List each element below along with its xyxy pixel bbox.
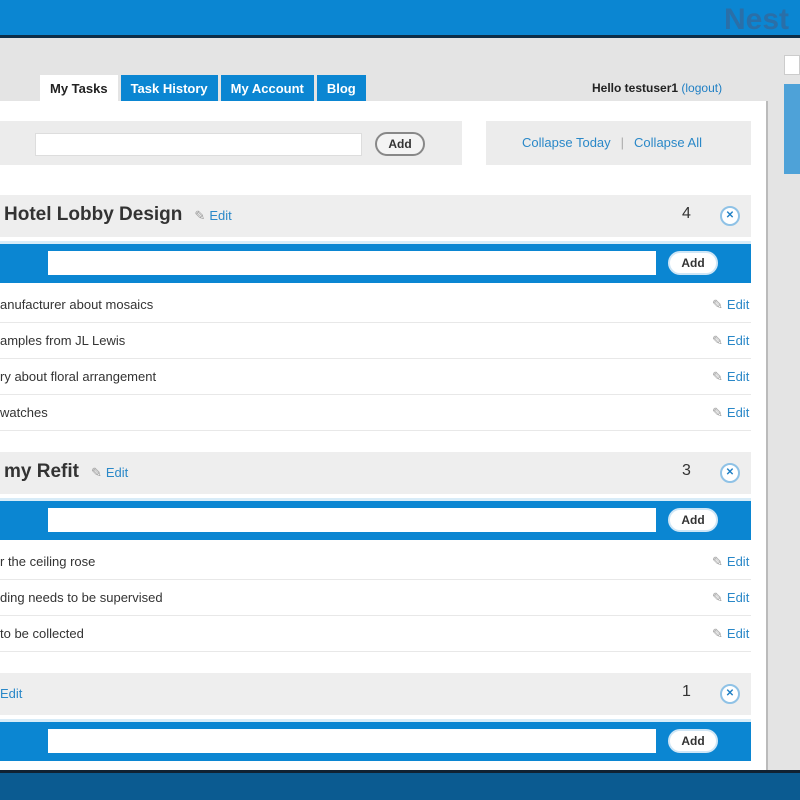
add-task-input[interactable] <box>48 729 656 753</box>
task-row[interactable]: watches ✎ Edit <box>0 395 751 431</box>
task-row[interactable]: amples from JL Lewis ✎ Edit <box>0 323 751 359</box>
edit-label: Edit <box>726 369 750 384</box>
add-task-bar: Add <box>0 498 751 540</box>
task-text: amples from JL Lewis <box>0 333 126 348</box>
edit-label: Edit <box>209 208 232 223</box>
add-task-button[interactable]: Add <box>668 251 718 275</box>
edit-label: Edit <box>726 405 750 420</box>
task-row[interactable]: ry about floral arrangement ✎ Edit <box>0 359 751 395</box>
edit-task-link[interactable]: ✎ Edit <box>712 616 749 652</box>
collapse-controls: Collapse Today | Collapse All <box>486 121 751 165</box>
add-task-input[interactable] <box>48 251 656 275</box>
task-text: ding needs to be supervised <box>0 590 163 605</box>
pencil-icon: ✎ <box>712 333 723 348</box>
tab-my-account[interactable]: My Account <box>220 75 314 102</box>
quick-add-box: Add <box>0 121 462 165</box>
add-task-button[interactable]: Add <box>668 729 718 753</box>
close-icon[interactable]: ✕ <box>720 684 740 704</box>
task-text: anufacturer about mosaics <box>0 297 154 312</box>
add-task-bar: Add <box>0 719 751 761</box>
edit-label: Edit <box>0 686 23 701</box>
edit-label: Edit <box>105 465 129 480</box>
task-text: watches <box>0 405 48 420</box>
edit-task-link[interactable]: ✎ Edit <box>712 395 749 431</box>
main-tabs: My Tasks Task History My Account Blog <box>40 75 366 102</box>
edit-task-link[interactable]: ✎ Edit <box>712 580 749 616</box>
project-title-text: Hotel Lobby Design <box>4 204 183 225</box>
edit-label: Edit <box>726 626 750 641</box>
collapse-today-link[interactable]: Collapse Today <box>522 135 611 150</box>
edit-task-link[interactable]: ✎ Edit <box>712 323 749 359</box>
edit-task-link[interactable]: ✎ Edit <box>712 544 749 580</box>
pencil-icon: ✎ <box>712 369 723 384</box>
pencil-icon: ✎ <box>712 405 723 420</box>
collapse-all-link[interactable]: Collapse All <box>634 135 702 150</box>
task-text: ry about floral arrangement <box>0 369 157 384</box>
separator: | <box>620 135 625 150</box>
task-row[interactable]: r the ceiling rose ✎ Edit <box>0 544 751 580</box>
pencil-icon: ✎ <box>712 297 723 312</box>
pencil-icon: ✎ <box>712 554 723 569</box>
add-task-input[interactable] <box>48 508 656 532</box>
project-title-text: my Refit <box>4 461 79 482</box>
task-text: to be collected <box>0 626 84 641</box>
sidebar-input[interactable] <box>784 55 800 75</box>
quick-add-button[interactable]: Add <box>375 132 425 156</box>
pencil-icon: ✎ <box>194 208 206 223</box>
pencil-icon: ✎ <box>712 590 723 605</box>
close-icon[interactable]: ✕ <box>720 463 740 483</box>
top-bar: Nest <box>0 0 800 38</box>
quick-add-input[interactable] <box>35 133 362 156</box>
edit-label: Edit <box>726 333 750 348</box>
greeting-text: Hello testuser1 <box>592 81 679 95</box>
pencil-icon: ✎ <box>712 626 723 641</box>
pencil-icon: ✎ <box>90 465 102 480</box>
task-count: 3 <box>682 462 691 479</box>
task-row[interactable]: ding needs to be supervised ✎ Edit <box>0 580 751 616</box>
task-text: r the ceiling rose <box>0 554 96 569</box>
add-task-button[interactable]: Add <box>668 508 718 532</box>
project-title: Edit <box>0 682 22 704</box>
project-header: my Refit ✎ Edit 3 ✕ <box>0 452 751 494</box>
project-header: Hotel Lobby Design ✎ Edit 4 ✕ <box>0 195 751 237</box>
brand-logo: Nest <box>724 3 790 36</box>
edit-label: Edit <box>726 554 750 569</box>
task-count: 1 <box>682 683 691 700</box>
footer-bar <box>0 770 800 800</box>
project-title: my Refit ✎ Edit <box>4 461 128 483</box>
logout-link[interactable]: (logout) <box>681 81 722 95</box>
project-header: Edit 1 ✕ <box>0 673 751 715</box>
task-row[interactable]: to be collected ✎ Edit <box>0 616 751 652</box>
add-task-bar: Add <box>0 241 751 283</box>
task-count: 4 <box>682 205 691 222</box>
user-greeting: Hello testuser1 (logout) <box>592 81 722 95</box>
sidebar-box <box>784 84 800 174</box>
project-title: Hotel Lobby Design ✎ Edit <box>4 204 232 226</box>
close-icon[interactable]: ✕ <box>720 206 740 226</box>
task-row[interactable]: anufacturer about mosaics ✎ Edit <box>0 287 751 323</box>
edit-task-link[interactable]: ✎ Edit <box>712 287 749 323</box>
edit-project-link[interactable]: ✎ Edit <box>194 208 231 223</box>
edit-project-link[interactable]: Edit <box>0 686 22 701</box>
tab-task-history[interactable]: Task History <box>120 75 218 102</box>
edit-label: Edit <box>726 297 750 312</box>
tasks-panel: Add Collapse Today | Collapse All Hotel Lo… <box>0 101 768 771</box>
edit-label: Edit <box>726 590 750 605</box>
tab-my-tasks[interactable]: My Tasks <box>40 75 118 102</box>
edit-task-link[interactable]: ✎ Edit <box>712 359 749 395</box>
tab-blog[interactable]: Blog <box>316 75 366 102</box>
edit-project-link[interactable]: ✎ Edit <box>91 465 128 480</box>
